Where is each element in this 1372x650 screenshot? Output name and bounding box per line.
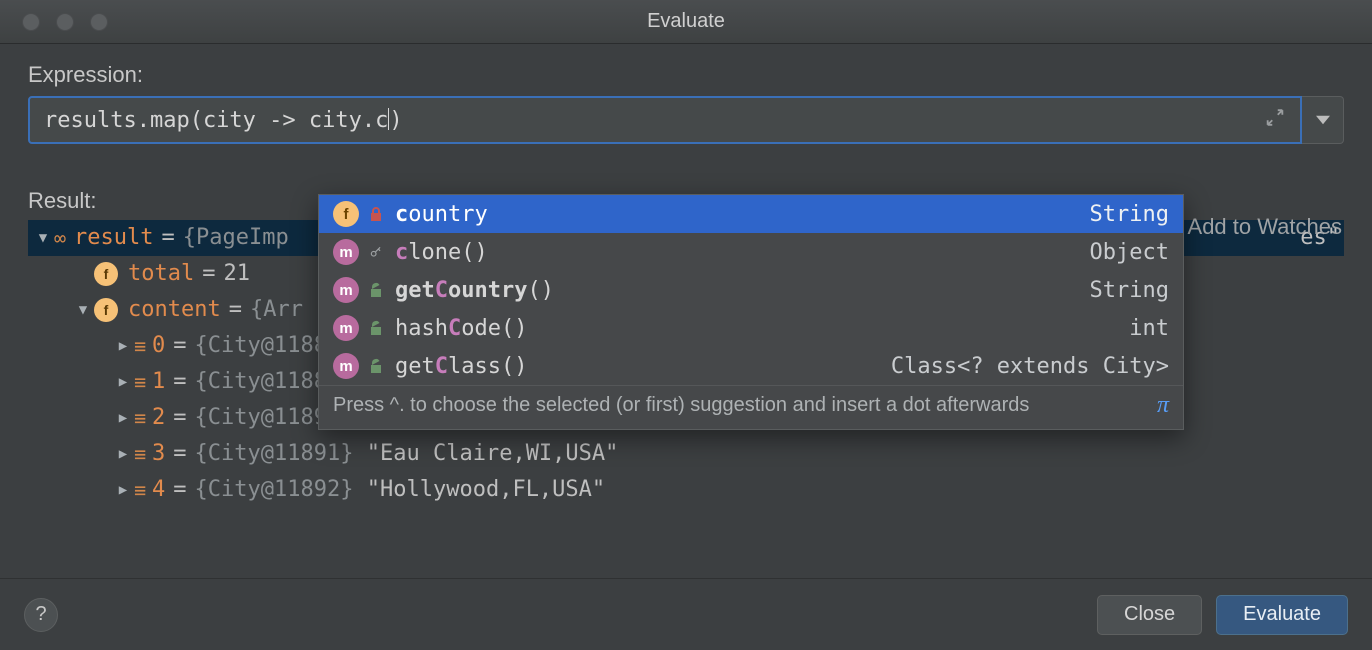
window-title: Evaluate	[0, 10, 1372, 33]
unlock-icon	[367, 282, 385, 298]
completion-type: String	[1090, 278, 1169, 303]
help-button[interactable]: ?	[24, 598, 58, 632]
list-item[interactable]: ≡ 3 = {City@11891} "Eau Claire,WI,USA"	[28, 436, 1344, 472]
dialog-footer: ? Close Evaluate	[0, 578, 1372, 650]
expand-toggle-icon[interactable]	[112, 328, 134, 364]
expression-row: results.map(city -> city.c)	[28, 96, 1344, 144]
expand-toggle-icon[interactable]	[112, 436, 134, 472]
minimize-window-icon[interactable]	[56, 13, 74, 31]
unlock-icon	[367, 358, 385, 374]
expand-toggle-icon[interactable]	[112, 364, 134, 400]
autocomplete-hint: Press ^. to choose the selected (or firs…	[319, 385, 1183, 429]
history-dropdown-button[interactable]	[1302, 96, 1344, 144]
autocomplete-item[interactable]: m clone() Object	[319, 233, 1183, 271]
completion-text: getClass()	[395, 354, 527, 379]
field-icon: f	[94, 262, 118, 286]
window-controls	[22, 13, 108, 31]
hint-text: Press ^. to choose the selected (or firs…	[333, 394, 1029, 417]
expand-editor-icon[interactable]	[1264, 107, 1286, 134]
close-window-icon[interactable]	[22, 13, 40, 31]
node-type: {PageImp	[183, 220, 289, 256]
key-icon	[367, 244, 385, 260]
completion-text: country	[395, 202, 488, 227]
equals-sign: =	[162, 220, 175, 256]
array-element-icon: ≡	[134, 400, 144, 436]
item-string: "Eau Claire,WI,USA"	[367, 436, 619, 472]
autocomplete-item[interactable]: m getClass() Class<? extends City>	[319, 347, 1183, 385]
chevron-down-icon	[1316, 115, 1330, 125]
completion-text: clone()	[395, 240, 488, 265]
field-icon: f	[94, 298, 118, 322]
node-name: total	[128, 256, 194, 292]
autocomplete-popup: f country String m clone() Object m getC…	[318, 194, 1184, 430]
unlock-icon	[367, 320, 385, 336]
array-element-icon: ≡	[134, 364, 144, 400]
expand-toggle-icon[interactable]	[32, 220, 54, 256]
completion-text: hashCode()	[395, 316, 527, 341]
list-item[interactable]: ≡ 4 = {City@11892} "Hollywood,FL,USA"	[28, 472, 1344, 508]
array-element-icon: ≡	[134, 472, 144, 508]
add-to-watches-link[interactable]: Add to Watches	[1188, 214, 1342, 240]
node-type: {Arr	[250, 292, 303, 328]
item-index: 4	[152, 472, 165, 508]
node-name: result	[74, 220, 153, 256]
item-string: "Hollywood,FL,USA"	[367, 472, 605, 508]
item-ref: {City@11891}	[195, 436, 354, 472]
expand-toggle-icon[interactable]	[112, 400, 134, 436]
expression-label: Expression:	[28, 62, 1344, 88]
array-element-icon: ≡	[134, 328, 144, 364]
dialog-body: Expression: results.map(city -> city.c) …	[0, 44, 1372, 578]
expand-toggle-icon[interactable]	[112, 472, 134, 508]
autocomplete-item[interactable]: f country String	[319, 195, 1183, 233]
completion-type: String	[1090, 202, 1169, 227]
lock-icon	[367, 206, 385, 222]
item-index: 3	[152, 436, 165, 472]
node-name: content	[128, 292, 221, 328]
item-index: 0	[152, 328, 165, 364]
completion-text: getCountry()	[395, 278, 554, 303]
method-badge-icon: m	[333, 277, 359, 303]
zoom-window-icon[interactable]	[90, 13, 108, 31]
expression-input[interactable]: results.map(city -> city.c)	[28, 96, 1302, 144]
method-badge-icon: m	[333, 353, 359, 379]
item-ref: {City@11892}	[195, 472, 354, 508]
expand-toggle-icon[interactable]	[72, 292, 94, 328]
field-badge-icon: f	[333, 201, 359, 227]
item-index: 1	[152, 364, 165, 400]
method-badge-icon: m	[333, 315, 359, 341]
close-button[interactable]: Close	[1097, 595, 1202, 635]
autocomplete-item[interactable]: m getCountry() String	[319, 271, 1183, 309]
completion-type: Class<? extends City>	[891, 354, 1169, 379]
titlebar: Evaluate	[0, 0, 1372, 44]
array-element-icon: ≡	[134, 436, 144, 472]
completion-type: Object	[1090, 240, 1169, 265]
node-value: 21	[223, 256, 250, 292]
expression-text: results.map(city -> city.c)	[44, 108, 403, 133]
evaluate-button[interactable]: Evaluate	[1216, 595, 1348, 635]
infinity-icon: ∞	[54, 220, 66, 256]
completion-type: int	[1129, 316, 1169, 341]
autocomplete-item[interactable]: m hashCode() int	[319, 309, 1183, 347]
item-index: 2	[152, 400, 165, 436]
pi-icon[interactable]: π	[1157, 392, 1169, 419]
method-badge-icon: m	[333, 239, 359, 265]
